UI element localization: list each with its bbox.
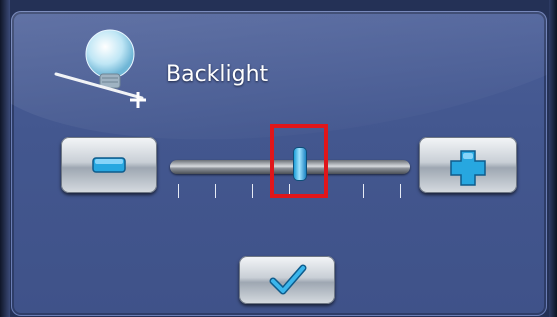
- dialog-title: Backlight: [166, 62, 269, 87]
- slider-tick: [178, 184, 179, 198]
- slider-tick: [252, 184, 253, 198]
- confirm-button[interactable]: [239, 256, 335, 304]
- decrease-button[interactable]: [61, 137, 157, 193]
- minus-icon: [92, 157, 126, 173]
- light-bulb-icon: [54, 29, 146, 108]
- slider-tick: [363, 184, 364, 198]
- plus-icon: [450, 150, 486, 186]
- checkmark-icon: [269, 264, 307, 295]
- slider-tick: [400, 184, 401, 198]
- frame-edge-right: [549, 0, 557, 317]
- selection-highlight-box: [269, 124, 328, 198]
- increase-button[interactable]: [419, 137, 517, 193]
- frame-edge-left: [0, 0, 10, 317]
- slider-tick: [215, 184, 216, 198]
